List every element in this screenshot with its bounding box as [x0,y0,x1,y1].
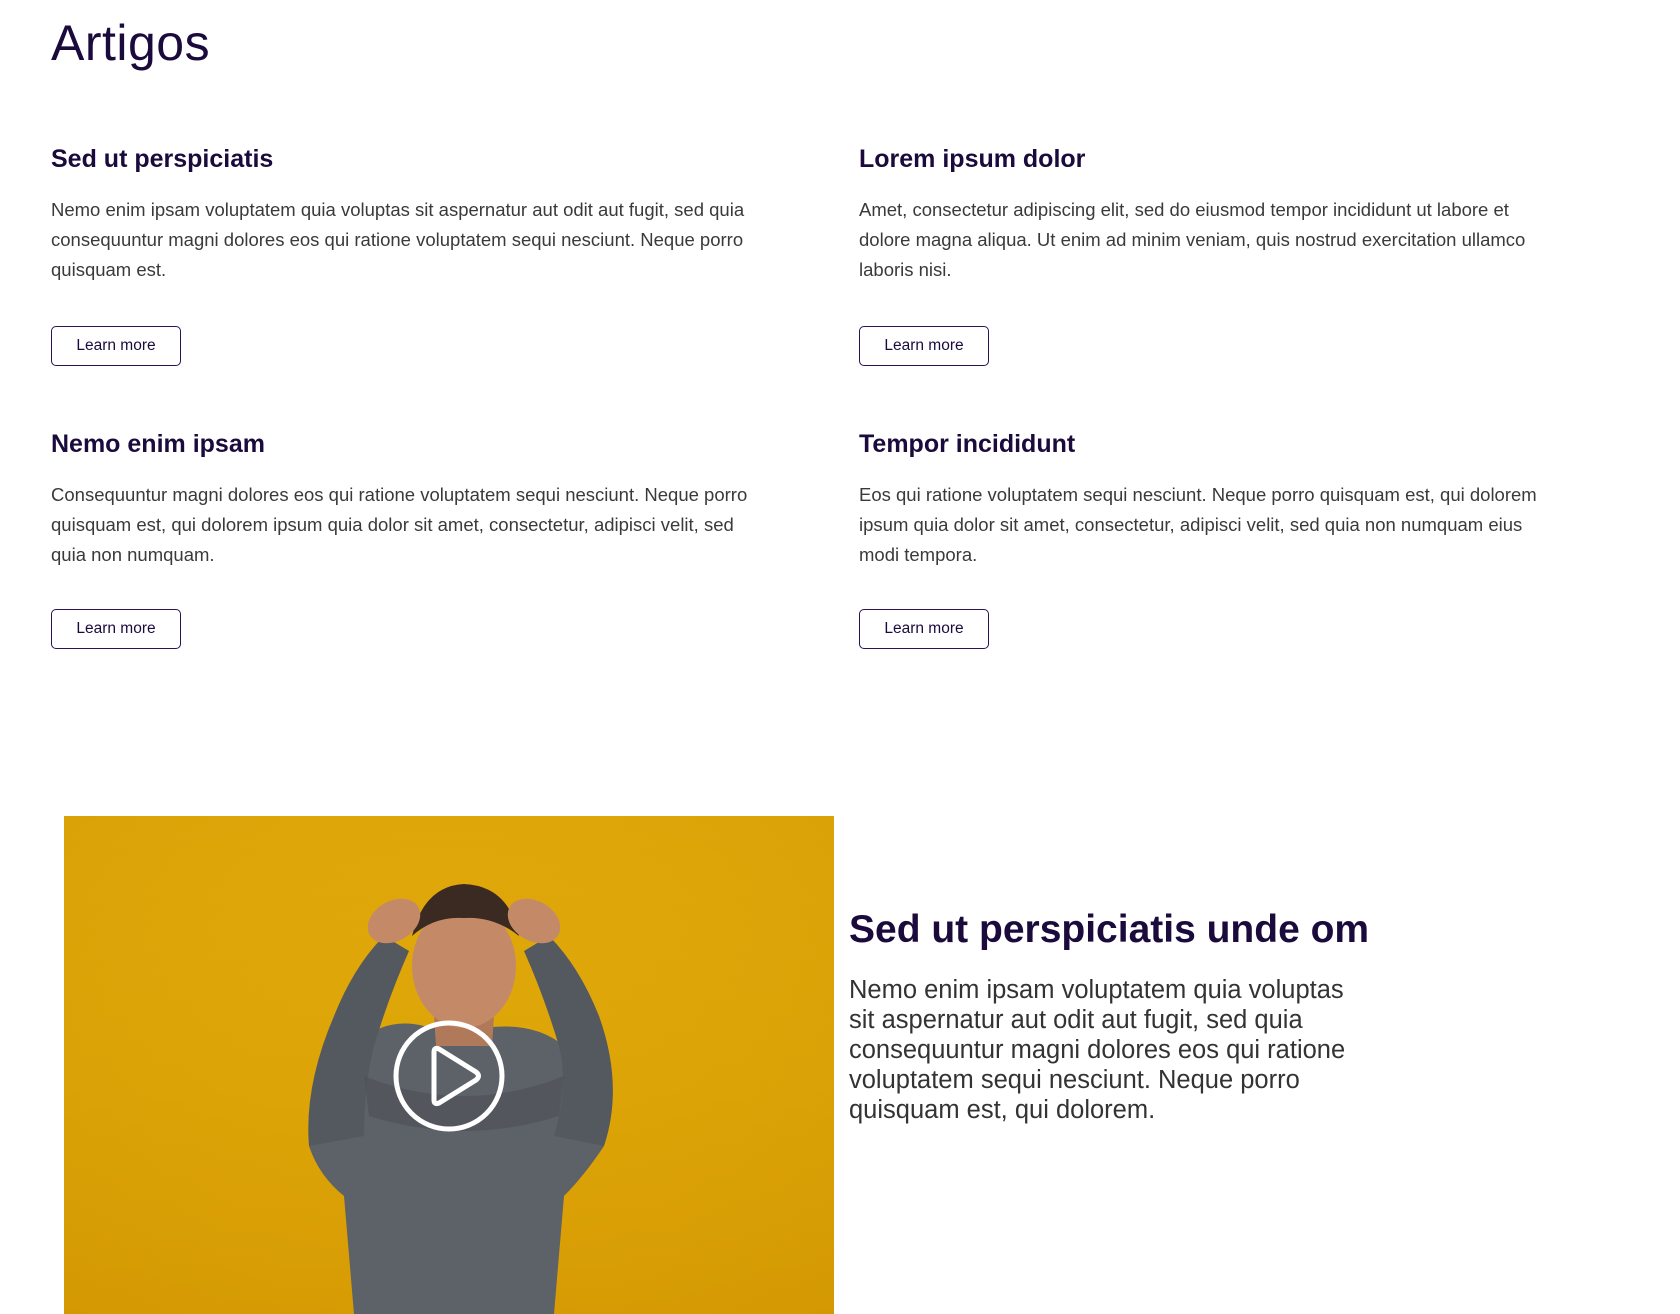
article-text: Consequuntur magni dolores eos qui ratio… [51,484,748,565]
article-title: Nemo enim ipsam [51,430,265,458]
article-text: Nemo enim ipsam voluptatem quia voluptas… [51,199,745,280]
article-title: Tempor incididunt [859,430,1076,458]
feature-text: Nemo enim ipsam voluptatem quia voluptas… [849,976,1346,1124]
article-card: Nemo enim ipsam Consequuntur magni dolor… [51,427,751,653]
article-title: Lorem ipsum dolor [859,145,1086,173]
learn-more-button[interactable]: Learn more [51,326,181,366]
article-card: Lorem ipsum dolor Amet, consectetur adip… [859,142,1559,368]
play-circle-icon[interactable] [392,1019,506,1133]
article-card: Sed ut perspiciatis Nemo enim ipsam volu… [51,142,751,368]
learn-more-button[interactable]: Learn more [859,326,989,366]
learn-more-button[interactable]: Learn more [51,609,181,649]
article-text: Eos qui ratione voluptatem sequi nesciun… [859,484,1537,565]
page: Artigos Sed ut perspiciatis Nemo enim ip… [0,0,1680,1314]
article-text: Amet, consectetur adipiscing elit, sed d… [859,199,1526,280]
page-title: Artigos [51,15,211,71]
learn-more-button[interactable]: Learn more [859,609,989,649]
article-card: Tempor incididunt Eos qui ratione volupt… [859,427,1559,653]
feature-title: Sed ut perspiciatis unde om [849,908,1370,951]
article-title: Sed ut perspiciatis [51,145,274,173]
